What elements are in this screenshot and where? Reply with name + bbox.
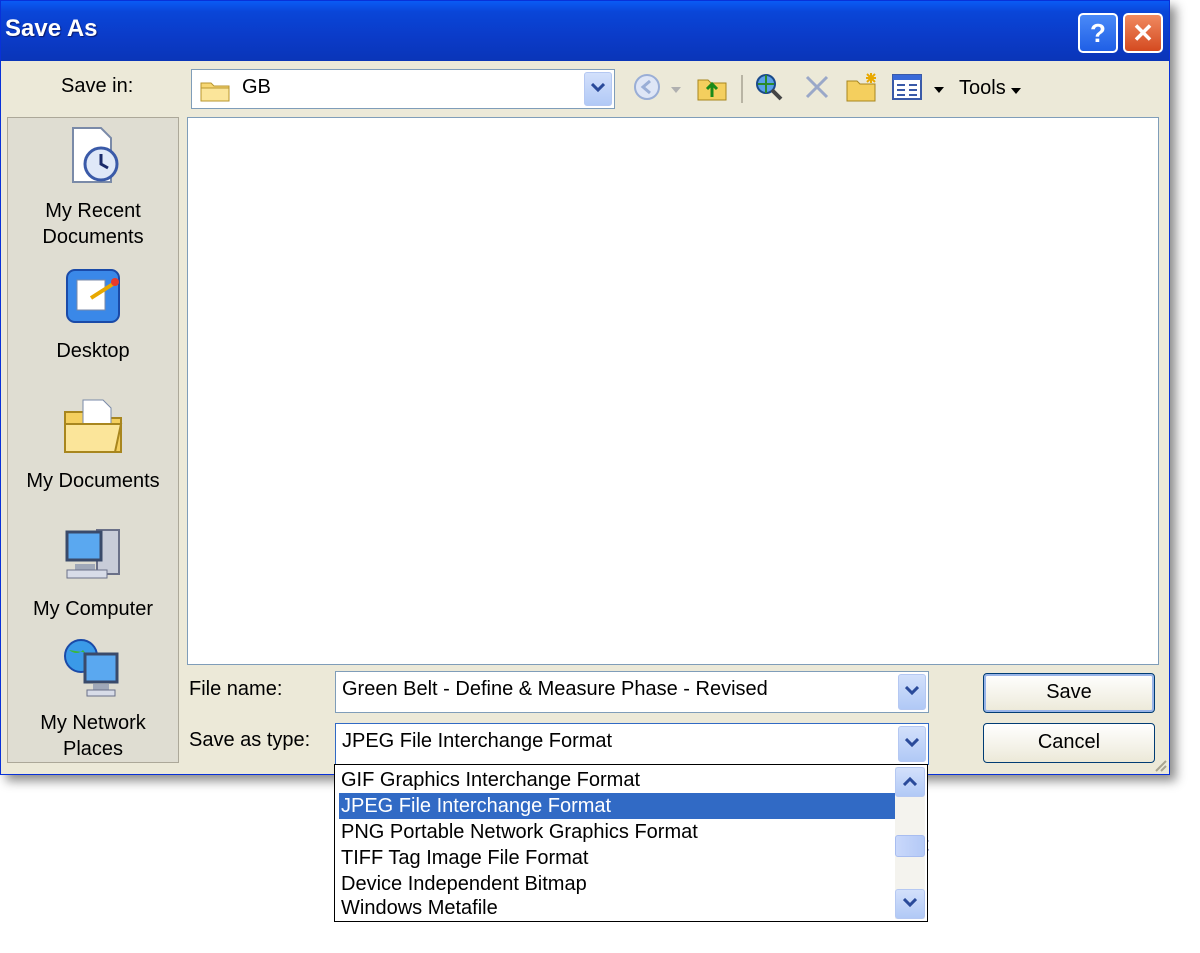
chevron-down-icon xyxy=(590,80,606,98)
save-as-type-dropdown-list[interactable]: GIF Graphics Interchange Format JPEG Fil… xyxy=(334,764,928,922)
save-in-value: GB xyxy=(242,76,271,98)
cancel-button[interactable]: Cancel xyxy=(983,723,1155,763)
views-grid-icon xyxy=(892,73,922,105)
place-label: My Documents xyxy=(26,470,160,492)
save-in-dropdown-button[interactable] xyxy=(584,72,612,106)
globe-search-icon xyxy=(754,72,784,107)
type-option[interactable]: Device Independent Bitmap xyxy=(339,871,895,897)
chevron-up-icon xyxy=(902,773,918,791)
place-my-network-places[interactable]: My Network Places xyxy=(8,636,178,762)
place-label: My Network xyxy=(40,712,146,734)
my-documents-icon xyxy=(8,394,178,464)
dropdown-scrollbar[interactable] xyxy=(895,767,925,919)
place-label-line2: Documents xyxy=(42,226,144,248)
up-one-level-button[interactable] xyxy=(696,73,728,105)
place-my-recent-documents[interactable]: My Recent Documents xyxy=(8,124,178,250)
new-folder-icon xyxy=(846,72,878,107)
type-option[interactable]: GIF Graphics Interchange Format xyxy=(339,767,895,793)
file-name-combobox[interactable]: Green Belt - Define & Measure Phase - Re… xyxy=(335,671,929,713)
close-icon: ✕ xyxy=(1132,18,1154,48)
place-my-documents[interactable]: My Documents xyxy=(8,394,178,494)
folder-icon xyxy=(200,78,230,107)
file-name-input[interactable]: Green Belt - Define & Measure Phase - Re… xyxy=(342,678,768,701)
tools-label: Tools xyxy=(959,77,1006,99)
toolbar-separator xyxy=(741,75,743,103)
save-as-type-value: JPEG File Interchange Format xyxy=(342,730,613,752)
place-label: My Recent xyxy=(45,200,141,222)
my-computer-icon xyxy=(8,522,178,592)
type-option[interactable]: Windows Metafile xyxy=(339,895,895,921)
views-dropdown-button[interactable] xyxy=(929,73,949,105)
help-button[interactable]: ? xyxy=(1078,13,1118,53)
delete-x-icon xyxy=(804,74,830,105)
save-as-type-label: Save as type: xyxy=(189,729,311,751)
place-desktop[interactable]: Desktop xyxy=(8,264,178,364)
search-web-button[interactable] xyxy=(753,73,785,105)
small-down-arrow-icon xyxy=(1011,77,1022,99)
scroll-down-button[interactable] xyxy=(895,889,925,919)
tools-menu-button[interactable]: Tools xyxy=(959,77,1022,100)
save-button[interactable]: Save xyxy=(983,673,1155,713)
type-option[interactable]: PNG Portable Network Graphics Format xyxy=(339,819,895,845)
up-folder-icon xyxy=(697,73,727,106)
file-name-dropdown-button[interactable] xyxy=(898,674,926,710)
title-bar[interactable]: Save As ? ✕ xyxy=(1,1,1169,61)
chevron-down-icon xyxy=(902,895,918,913)
save-as-type-dropdown-button[interactable] xyxy=(898,726,926,762)
delete-button[interactable] xyxy=(801,73,833,105)
my-network-places-icon xyxy=(8,636,178,706)
back-history-button[interactable] xyxy=(666,73,686,105)
file-name-label: File name: xyxy=(189,678,283,700)
type-option[interactable]: TIFF Tag Image File Format xyxy=(339,845,895,871)
place-label: Desktop xyxy=(56,340,130,362)
place-label-line2: Places xyxy=(62,738,124,760)
dialog-title: Save As xyxy=(5,15,98,42)
save-as-dialog: Save As ? ✕ Save in: GB Tools My Recent … xyxy=(0,0,1170,775)
resize-grip-icon xyxy=(1153,759,1167,776)
place-label: My Computer xyxy=(32,598,154,620)
small-down-arrow-icon xyxy=(671,80,681,98)
save-in-label: Save in: xyxy=(61,75,134,97)
desktop-icon xyxy=(8,264,178,334)
file-list-view[interactable] xyxy=(187,117,1159,665)
save-as-type-combobox[interactable]: JPEG File Interchange Format xyxy=(335,723,929,765)
scroll-up-button[interactable] xyxy=(895,767,925,797)
close-button[interactable]: ✕ xyxy=(1123,13,1163,53)
scroll-thumb[interactable] xyxy=(895,835,925,857)
back-button[interactable] xyxy=(631,73,663,105)
type-option-selected[interactable]: JPEG File Interchange Format xyxy=(339,793,895,819)
small-down-arrow-icon xyxy=(934,80,944,98)
places-bar: My Recent Documents Desktop My Documents… xyxy=(7,117,179,763)
save-in-combobox[interactable]: GB xyxy=(191,69,615,109)
back-arrow-icon xyxy=(633,73,661,106)
chevron-down-icon xyxy=(904,735,920,753)
resize-grip[interactable] xyxy=(1153,758,1167,772)
recent-documents-icon xyxy=(8,124,178,194)
new-folder-button[interactable] xyxy=(846,72,878,107)
chevron-down-icon xyxy=(904,683,920,701)
views-button[interactable] xyxy=(891,73,923,105)
place-my-computer[interactable]: My Computer xyxy=(8,522,178,622)
